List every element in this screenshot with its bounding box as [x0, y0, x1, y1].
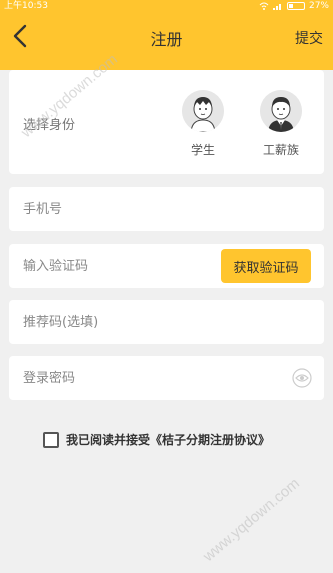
- phone-input[interactable]: [23, 187, 223, 231]
- signal-icon: [272, 4, 281, 10]
- status-bar: 上午10:53 27%: [0, 0, 333, 12]
- status-time: 上午10:53: [4, 1, 48, 11]
- wifi-icon: [259, 2, 269, 10]
- agreement-prefix: 我已阅读并接受: [66, 433, 151, 447]
- battery-percent: 27%: [308, 1, 329, 11]
- page-title: 注册: [150, 30, 183, 49]
- nav-bar: 注册 提交: [0, 12, 333, 62]
- get-code-button[interactable]: 获取验证码: [221, 249, 311, 283]
- role-worker-label: 工薪族: [262, 143, 299, 157]
- phone-field-row: [9, 187, 324, 231]
- submit-button[interactable]: 提交: [295, 28, 323, 48]
- role-worker[interactable]: 工薪族: [257, 90, 305, 158]
- battery-fill: [288, 4, 293, 8]
- role-student-label: 学生: [190, 143, 215, 157]
- agreement-row: 我已阅读并接受《桔子分期注册协议》: [43, 431, 270, 448]
- watermark: www.yqdown.com: [200, 474, 303, 566]
- referral-field-row: [9, 300, 324, 344]
- identity-card: 选择身份 学生 工薪族: [9, 70, 324, 174]
- battery-icon: [286, 2, 305, 10]
- eye-icon[interactable]: [292, 368, 312, 388]
- password-field-row: [9, 356, 324, 400]
- worker-avatar-icon: [260, 90, 302, 132]
- status-icons: 27%: [259, 0, 329, 12]
- verification-code-input[interactable]: [23, 244, 223, 288]
- agreement-checkbox[interactable]: [43, 431, 59, 448]
- referral-code-input[interactable]: [23, 300, 223, 344]
- agreement-link[interactable]: 《桔子分期注册协议》: [150, 433, 270, 447]
- role-student[interactable]: 学生: [179, 90, 227, 158]
- agreement-text: 我已阅读并接受《桔子分期注册协议》: [66, 431, 270, 448]
- password-input[interactable]: [23, 356, 223, 400]
- student-avatar-icon: [182, 90, 224, 132]
- code-field-row: 获取验证码: [9, 244, 324, 288]
- app-header: 上午10:53 27% 注册 提交: [0, 0, 333, 70]
